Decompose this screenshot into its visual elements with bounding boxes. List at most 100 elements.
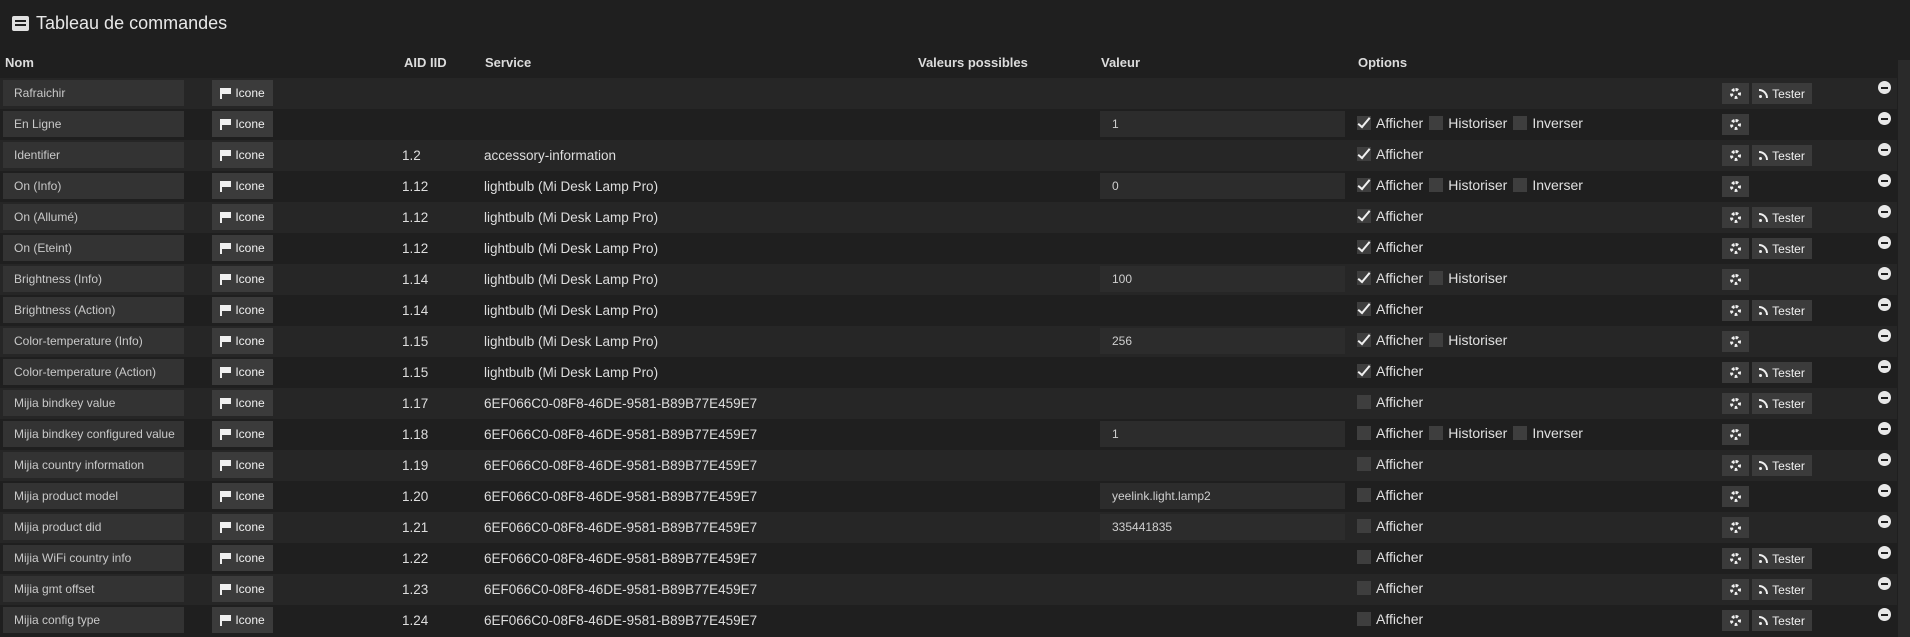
configure-button[interactable] xyxy=(1722,393,1749,414)
command-name-field[interactable]: Mijia product model xyxy=(3,483,184,509)
command-name-field[interactable]: En Ligne xyxy=(3,111,184,137)
historiser-checkbox[interactable] xyxy=(1429,271,1444,285)
option-afficher[interactable]: Afficher xyxy=(1357,394,1425,410)
afficher-checkbox[interactable] xyxy=(1357,240,1371,254)
command-name-field[interactable]: Mijia bindkey configured value xyxy=(3,421,184,447)
afficher-checkbox[interactable] xyxy=(1357,395,1371,409)
afficher-checkbox[interactable] xyxy=(1357,364,1371,378)
command-name-field[interactable]: Rafraichir xyxy=(3,80,184,106)
option-historiser[interactable]: Historiser xyxy=(1429,270,1509,286)
afficher-checkbox[interactable] xyxy=(1357,612,1371,626)
icon-button[interactable]: Icone xyxy=(212,111,273,137)
test-button[interactable]: Tester xyxy=(1752,362,1812,383)
option-afficher[interactable]: Afficher xyxy=(1357,518,1425,534)
icon-button[interactable]: Icone xyxy=(212,576,273,602)
option-afficher[interactable]: Afficher xyxy=(1357,425,1425,441)
inverser-checkbox[interactable] xyxy=(1513,116,1528,130)
remove-icon[interactable] xyxy=(1878,81,1891,94)
configure-button[interactable] xyxy=(1722,331,1749,352)
command-name-field[interactable]: Color-temperature (Action) xyxy=(3,359,184,385)
afficher-checkbox[interactable] xyxy=(1357,488,1371,502)
configure-button[interactable] xyxy=(1722,548,1749,569)
option-afficher[interactable]: Afficher xyxy=(1357,239,1425,255)
option-afficher[interactable]: Afficher xyxy=(1357,270,1425,286)
value-field[interactable]: 335441835 xyxy=(1100,514,1345,540)
remove-icon[interactable] xyxy=(1878,546,1891,559)
icon-button[interactable]: Icone xyxy=(212,297,273,323)
test-button[interactable]: Tester xyxy=(1752,548,1812,569)
icon-button[interactable]: Icone xyxy=(212,235,273,261)
option-inverser[interactable]: Inverser xyxy=(1513,177,1585,193)
option-historiser[interactable]: Historiser xyxy=(1429,115,1509,131)
afficher-checkbox[interactable] xyxy=(1357,426,1371,440)
icon-button[interactable]: Icone xyxy=(212,452,273,478)
configure-button[interactable] xyxy=(1722,207,1749,228)
configure-button[interactable] xyxy=(1722,83,1749,104)
historiser-checkbox[interactable] xyxy=(1429,333,1444,347)
command-name-field[interactable]: On (Eteint) xyxy=(3,235,184,261)
command-name-field[interactable]: Mijia gmt offset xyxy=(3,576,184,602)
command-name-field[interactable]: Mijia config type xyxy=(3,607,184,633)
icon-button[interactable]: Icone xyxy=(212,483,273,509)
command-name-field[interactable]: Mijia country information xyxy=(3,452,184,478)
icon-button[interactable]: Icone xyxy=(212,607,273,633)
icon-button[interactable]: Icone xyxy=(212,266,273,292)
value-field[interactable]: 256 xyxy=(1100,328,1345,354)
remove-icon[interactable] xyxy=(1878,391,1891,404)
value-field[interactable]: 0 xyxy=(1100,173,1345,199)
afficher-checkbox[interactable] xyxy=(1357,178,1371,192)
option-inverser[interactable]: Inverser xyxy=(1513,425,1585,441)
remove-icon[interactable] xyxy=(1878,577,1891,590)
afficher-checkbox[interactable] xyxy=(1357,581,1371,595)
historiser-checkbox[interactable] xyxy=(1429,426,1444,440)
remove-icon[interactable] xyxy=(1878,236,1891,249)
icon-button[interactable]: Icone xyxy=(212,142,273,168)
icon-button[interactable]: Icone xyxy=(212,204,273,230)
historiser-checkbox[interactable] xyxy=(1429,116,1444,130)
configure-button[interactable] xyxy=(1722,362,1749,383)
value-field[interactable]: 100 xyxy=(1100,266,1345,292)
configure-button[interactable] xyxy=(1722,424,1749,445)
option-historiser[interactable]: Historiser xyxy=(1429,425,1509,441)
historiser-checkbox[interactable] xyxy=(1429,178,1444,192)
icon-button[interactable]: Icone xyxy=(212,359,273,385)
inverser-checkbox[interactable] xyxy=(1513,426,1528,440)
afficher-checkbox[interactable] xyxy=(1357,550,1371,564)
afficher-checkbox[interactable] xyxy=(1357,147,1371,161)
icon-button[interactable]: Icone xyxy=(212,328,273,354)
test-button[interactable]: Tester xyxy=(1752,300,1812,321)
icon-button[interactable]: Icone xyxy=(212,390,273,416)
afficher-checkbox[interactable] xyxy=(1357,519,1371,533)
remove-icon[interactable] xyxy=(1878,515,1891,528)
option-afficher[interactable]: Afficher xyxy=(1357,363,1425,379)
icon-button[interactable]: Icone xyxy=(212,80,273,106)
option-inverser[interactable]: Inverser xyxy=(1513,115,1585,131)
option-afficher[interactable]: Afficher xyxy=(1357,580,1425,596)
remove-icon[interactable] xyxy=(1878,422,1891,435)
option-historiser[interactable]: Historiser xyxy=(1429,177,1509,193)
command-name-field[interactable]: Color-temperature (Info) xyxy=(3,328,184,354)
remove-icon[interactable] xyxy=(1878,608,1891,621)
option-afficher[interactable]: Afficher xyxy=(1357,177,1425,193)
configure-button[interactable] xyxy=(1722,579,1749,600)
test-button[interactable]: Tester xyxy=(1752,610,1812,631)
afficher-checkbox[interactable] xyxy=(1357,302,1371,316)
test-button[interactable]: Tester xyxy=(1752,455,1812,476)
test-button[interactable]: Tester xyxy=(1752,579,1812,600)
afficher-checkbox[interactable] xyxy=(1357,116,1371,130)
test-button[interactable]: Tester xyxy=(1752,393,1812,414)
afficher-checkbox[interactable] xyxy=(1357,209,1371,223)
command-name-field[interactable]: Mijia product did xyxy=(3,514,184,540)
option-afficher[interactable]: Afficher xyxy=(1357,208,1425,224)
test-button[interactable]: Tester xyxy=(1752,207,1812,228)
remove-icon[interactable] xyxy=(1878,267,1891,280)
command-name-field[interactable]: Brightness (Action) xyxy=(3,297,184,323)
test-button[interactable]: Tester xyxy=(1752,145,1812,166)
configure-button[interactable] xyxy=(1722,145,1749,166)
value-field[interactable]: yeelink.light.lamp2 xyxy=(1100,483,1345,509)
icon-button[interactable]: Icone xyxy=(212,514,273,540)
option-afficher[interactable]: Afficher xyxy=(1357,487,1425,503)
icon-button[interactable]: Icone xyxy=(212,173,273,199)
command-name-field[interactable]: Brightness (Info) xyxy=(3,266,184,292)
configure-button[interactable] xyxy=(1722,238,1749,259)
